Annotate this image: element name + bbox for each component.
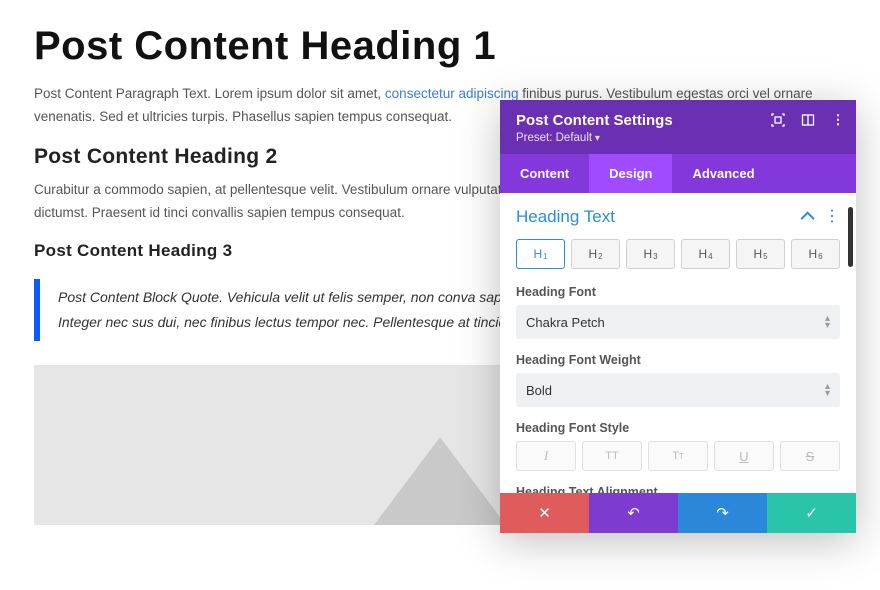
settings-panel: Post Content Settings Preset: Default ⋮ …: [500, 100, 856, 533]
p1-text-before: Post Content Paragraph Text. Lorem ipsum…: [34, 86, 385, 101]
select-updown-icon: ▴▾: [825, 315, 830, 329]
heading-h1-button[interactable]: H1: [516, 239, 565, 269]
heading-style-label: Heading Font Style: [516, 421, 840, 435]
section-heading-text[interactable]: Heading Text: [516, 207, 615, 227]
expand-icon[interactable]: [770, 112, 786, 128]
h-sub: 4: [708, 252, 712, 261]
h-label: H: [753, 247, 762, 261]
heading-font-select[interactable]: Chakra Petch ▴▾: [516, 305, 840, 339]
preset-label: Preset: Default: [516, 132, 592, 144]
cancel-button[interactable]: ✕: [500, 493, 589, 533]
tab-content[interactable]: Content: [500, 154, 589, 193]
h-sub: 3: [653, 252, 657, 261]
h-sub: 1: [543, 252, 547, 261]
strikethrough-button[interactable]: S: [780, 441, 840, 471]
smallcaps-button[interactable]: TT: [648, 441, 708, 471]
heading-h4-button[interactable]: H4: [681, 239, 730, 269]
panel-header[interactable]: Post Content Settings Preset: Default ⋮: [500, 100, 856, 154]
redo-icon: ↷: [716, 504, 729, 522]
columns-icon[interactable]: [800, 112, 816, 128]
heading-weight-label: Heading Font Weight: [516, 353, 840, 367]
font-style-buttons: I TT TT U S: [516, 441, 840, 471]
heading-h3-button[interactable]: H3: [626, 239, 675, 269]
section-more-icon[interactable]: ⋮: [824, 209, 840, 225]
italic-button[interactable]: I: [516, 441, 576, 471]
heading-weight-select[interactable]: Bold ▴▾: [516, 373, 840, 407]
heading-align-label: Heading Text Alignment: [516, 485, 840, 493]
heading-h5-button[interactable]: H5: [736, 239, 785, 269]
tab-advanced[interactable]: Advanced: [672, 154, 774, 193]
caret-down-icon: [592, 132, 600, 144]
undo-icon: ↶: [627, 504, 640, 522]
h-sub: 5: [763, 252, 767, 261]
redo-button[interactable]: ↷: [678, 493, 767, 533]
heading-font-value: Chakra Petch: [526, 315, 605, 330]
h-label: H: [698, 247, 707, 261]
heading-h2-button[interactable]: H2: [571, 239, 620, 269]
post-heading-1: Post Content Heading 1: [34, 24, 846, 69]
check-icon: ✓: [805, 504, 818, 522]
heading-weight-value: Bold: [526, 383, 552, 398]
more-icon[interactable]: ⋮: [830, 112, 846, 128]
uppercase-button[interactable]: TT: [582, 441, 642, 471]
underline-button[interactable]: U: [714, 441, 774, 471]
scrollbar-thumb[interactable]: [848, 207, 853, 267]
h-label: H: [808, 247, 817, 261]
heading-h6-button[interactable]: H6: [791, 239, 840, 269]
panel-body: Heading Text ⋮ H1 H2 H3 H4 H5 H6 Heading…: [500, 193, 856, 493]
undo-button[interactable]: ↶: [589, 493, 678, 533]
h-label: H: [588, 247, 597, 261]
close-icon: ✕: [538, 504, 551, 522]
heading-font-label: Heading Font: [516, 285, 840, 299]
save-button[interactable]: ✓: [767, 493, 856, 533]
panel-footer: ✕ ↶ ↷ ✓: [500, 493, 856, 533]
tab-design[interactable]: Design: [589, 154, 672, 193]
heading-level-buttons: H1 H2 H3 H4 H5 H6: [516, 239, 840, 269]
chevron-up-icon[interactable]: [801, 211, 815, 225]
h-label: H: [643, 247, 652, 261]
select-updown-icon: ▴▾: [825, 383, 830, 397]
h-sub: 2: [598, 252, 602, 261]
panel-tabs: Content Design Advanced: [500, 154, 856, 193]
h-sub: 6: [818, 252, 822, 261]
p1-link[interactable]: consectetur adipiscing: [385, 86, 519, 101]
h-label: H: [533, 247, 542, 261]
preset-dropdown[interactable]: Preset: Default: [516, 132, 840, 144]
